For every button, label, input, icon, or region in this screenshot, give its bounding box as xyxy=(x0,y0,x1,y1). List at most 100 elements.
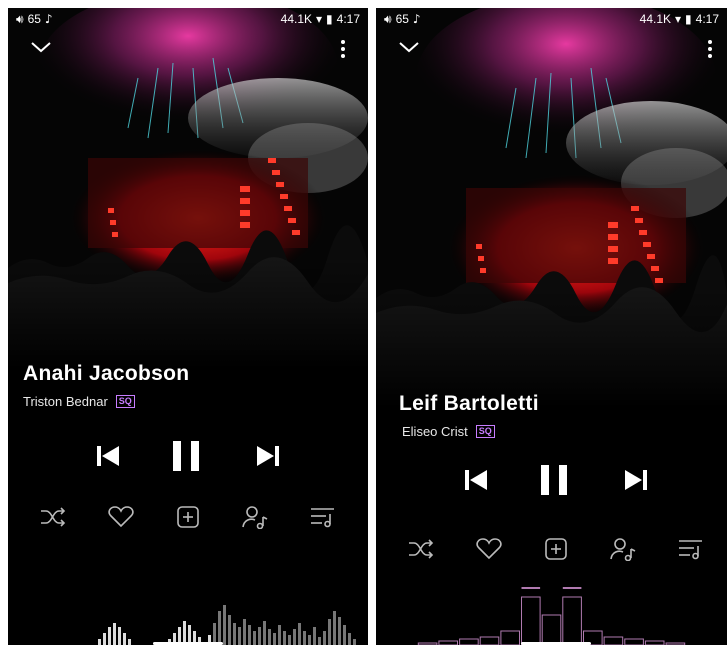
visualizer-bar xyxy=(253,631,256,645)
visualizer-bar xyxy=(108,627,111,645)
next-button[interactable] xyxy=(616,460,656,500)
visualizer-bar xyxy=(228,615,231,645)
battery-icon: ▮ xyxy=(685,12,692,26)
network-speed: 44.1K xyxy=(639,12,671,26)
quality-badge: SQ xyxy=(475,425,495,438)
visualizer-bar xyxy=(238,627,241,645)
add-to-playlist-button[interactable] xyxy=(173,502,203,532)
visualizer-bar xyxy=(644,640,665,645)
skip-next-icon xyxy=(625,470,647,490)
visualizer-bar xyxy=(273,633,276,645)
playback-controls xyxy=(8,436,368,476)
visualizer-bar xyxy=(263,621,266,645)
artist-button[interactable] xyxy=(240,502,270,532)
track-artist[interactable]: Eliseo Crist xyxy=(402,424,468,439)
wifi-icon: ▾ xyxy=(316,12,323,26)
favorite-button[interactable] xyxy=(106,502,136,532)
clock: 4:17 xyxy=(695,12,719,26)
more-vertical-icon[interactable] xyxy=(707,38,713,60)
add-to-playlist-icon xyxy=(177,506,199,528)
visualizer-bar xyxy=(123,633,126,645)
battery-icon: ▮ xyxy=(326,12,333,26)
artist-icon xyxy=(242,506,268,529)
visualizer-bar xyxy=(293,629,296,645)
visualizer-bar xyxy=(500,630,521,645)
player-screen-1: 🔊︎ 65 ♪ 44.1K ▾ ▮ 4:17 Anahi Jacobson Tr… xyxy=(8,8,368,645)
visualizer-bar xyxy=(459,638,479,645)
visualizer-bar xyxy=(624,638,644,645)
status-bar: 🔊︎ 65 ♪ 44.1K ▾ ▮ 4:17 xyxy=(376,8,727,30)
visualizer-bar xyxy=(118,627,121,645)
wifi-icon: ▾ xyxy=(675,12,682,26)
quality-badge: SQ xyxy=(115,395,135,408)
pause-icon xyxy=(173,441,199,471)
heart-icon xyxy=(108,506,134,528)
next-button[interactable] xyxy=(248,436,288,476)
visualizer-bar xyxy=(288,635,291,645)
status-bar: 🔊︎ 65 ♪ 44.1K ▾ ▮ 4:17 xyxy=(8,8,368,30)
pause-button[interactable] xyxy=(534,460,574,500)
visualizer-bar xyxy=(103,633,106,645)
pause-button[interactable] xyxy=(166,436,206,476)
shuffle-button[interactable] xyxy=(38,502,68,532)
track-artist[interactable]: Triston Bednar xyxy=(23,394,108,409)
visualizer-peak-cap xyxy=(562,587,582,589)
track-info: Anahi Jacobson Triston Bednar SQ xyxy=(23,362,189,409)
album-art xyxy=(376,8,727,408)
favorite-button[interactable] xyxy=(474,534,504,564)
track-title: Leif Bartoletti xyxy=(399,392,539,415)
volume-icon: 🔊︎ xyxy=(384,11,392,26)
playback-controls xyxy=(376,460,727,500)
visualizer-bar xyxy=(308,635,311,645)
more-vertical-icon[interactable] xyxy=(340,38,346,60)
skip-previous-icon xyxy=(465,470,487,490)
previous-button[interactable] xyxy=(456,460,496,500)
add-to-playlist-button[interactable] xyxy=(541,534,571,564)
visualizer-bar xyxy=(278,625,281,645)
queue-icon xyxy=(679,540,702,560)
artist-button[interactable] xyxy=(608,534,638,564)
visualizer-bar xyxy=(521,596,541,645)
visualizer-bar xyxy=(353,639,356,645)
chevron-down-icon[interactable] xyxy=(30,40,52,54)
visualizer-bar xyxy=(98,639,101,645)
visualizer-peak-cap xyxy=(521,587,541,589)
track-info: Leif Bartoletti Eliseo Crist SQ xyxy=(399,392,539,439)
visualizer-bar xyxy=(233,623,236,645)
visualizer-bar xyxy=(479,636,500,645)
chevron-down-icon[interactable] xyxy=(398,40,420,54)
visualizer-bar xyxy=(328,619,331,645)
shuffle-button[interactable] xyxy=(406,534,436,564)
track-title: Anahi Jacobson xyxy=(23,362,190,385)
volume-level: 65 xyxy=(27,12,41,26)
visualizer-bar xyxy=(343,625,346,645)
action-row xyxy=(376,534,727,564)
visualizer-bar xyxy=(223,605,226,645)
visualizer-bar xyxy=(283,631,286,645)
audio-visualizer xyxy=(98,605,356,645)
add-to-playlist-icon xyxy=(545,538,567,560)
player-screen-2: 🔊︎ 65 ♪ 44.1K ▾ ▮ 4:17 Leif Bartoletti E… xyxy=(376,8,727,645)
volume-level: 65 xyxy=(395,12,409,26)
visualizer-bar xyxy=(258,627,261,645)
visualizer-bar xyxy=(562,596,582,645)
previous-button[interactable] xyxy=(88,436,128,476)
music-note-icon: ♪ xyxy=(412,12,421,26)
visualizer-bar xyxy=(113,623,116,645)
heart-icon xyxy=(476,538,502,560)
visualizer-bar xyxy=(318,637,321,645)
queue-button[interactable] xyxy=(676,534,706,564)
action-row xyxy=(8,502,368,532)
visualizer-bar xyxy=(298,623,301,645)
queue-button[interactable] xyxy=(308,502,338,532)
visualizer-bar xyxy=(243,619,246,645)
shuffle-icon xyxy=(409,539,434,559)
visualizer-bar xyxy=(603,636,624,645)
visualizer-bar xyxy=(248,625,251,645)
visualizer-bar xyxy=(268,629,271,645)
visualizer-bar xyxy=(338,617,341,645)
visualizer-bar xyxy=(218,611,221,645)
volume-icon: 🔊︎ xyxy=(16,11,24,26)
network-speed: 44.1K xyxy=(280,12,312,26)
visualizer-bar xyxy=(128,639,131,645)
